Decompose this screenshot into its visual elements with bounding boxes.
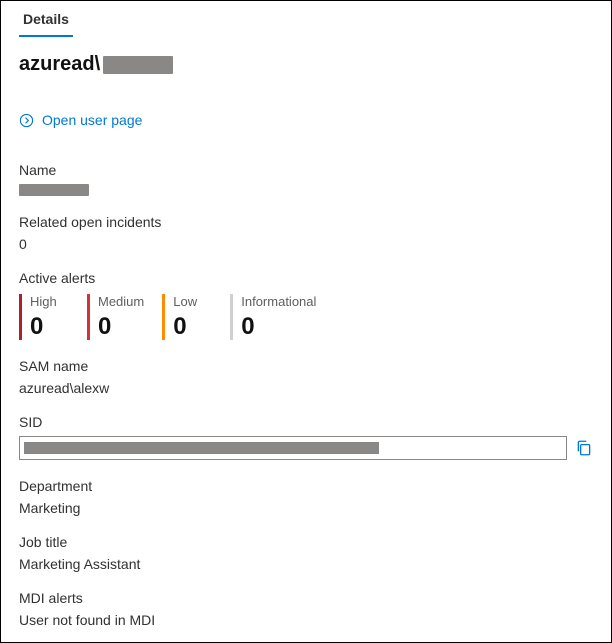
alert-medium-count: 0: [98, 314, 144, 340]
open-user-page-text: Open user page: [42, 112, 142, 128]
section-active-alerts: Active alerts High 0 Medium 0 Low 0 Info…: [19, 270, 593, 340]
alert-medium-label: Medium: [98, 294, 144, 310]
open-user-page-link[interactable]: Open user page: [19, 112, 593, 128]
section-related-incidents: Related open incidents 0: [19, 214, 593, 252]
section-mdi: MDI alerts User not found in MDI: [19, 590, 593, 628]
alert-low-count: 0: [173, 314, 212, 340]
redacted-sid-value: [24, 442, 379, 454]
alert-info-count: 0: [241, 314, 316, 340]
chevron-circle-icon: [19, 113, 34, 128]
sid-field[interactable]: [19, 436, 567, 460]
alert-high-label: High: [30, 294, 69, 310]
alert-low-label: Low: [173, 294, 212, 310]
mdi-value: User not found in MDI: [19, 612, 593, 628]
sam-label: SAM name: [19, 358, 593, 374]
sid-label: SID: [19, 414, 593, 430]
user-title: azuread\: [19, 53, 593, 76]
sam-value: azuread\alexw: [19, 380, 593, 396]
department-value: Marketing: [19, 500, 593, 516]
active-alerts-label: Active alerts: [19, 270, 593, 286]
redacted-name-value: [19, 184, 89, 196]
section-name: Name: [19, 162, 593, 196]
section-sid: SID: [19, 414, 593, 460]
redacted-username: [103, 56, 173, 74]
alert-high-count: 0: [30, 314, 69, 340]
user-title-prefix: azuread\: [19, 53, 100, 76]
section-department: Department Marketing: [19, 478, 593, 516]
alert-info-label: Informational: [241, 294, 316, 310]
tab-details[interactable]: Details: [19, 1, 73, 37]
related-incidents-label: Related open incidents: [19, 214, 593, 230]
jobtitle-label: Job title: [19, 534, 593, 550]
mdi-label: MDI alerts: [19, 590, 593, 606]
alert-info: Informational 0: [230, 294, 316, 340]
name-label: Name: [19, 162, 593, 178]
alert-high: High 0: [19, 294, 69, 340]
alert-low: Low 0: [162, 294, 212, 340]
section-jobtitle: Job title Marketing Assistant: [19, 534, 593, 572]
tab-row: Details: [19, 1, 593, 37]
department-label: Department: [19, 478, 593, 494]
alert-medium: Medium 0: [87, 294, 144, 340]
jobtitle-value: Marketing Assistant: [19, 556, 593, 572]
related-incidents-value: 0: [19, 236, 593, 252]
section-sam: SAM name azuread\alexw: [19, 358, 593, 396]
copy-icon[interactable]: [575, 439, 593, 457]
